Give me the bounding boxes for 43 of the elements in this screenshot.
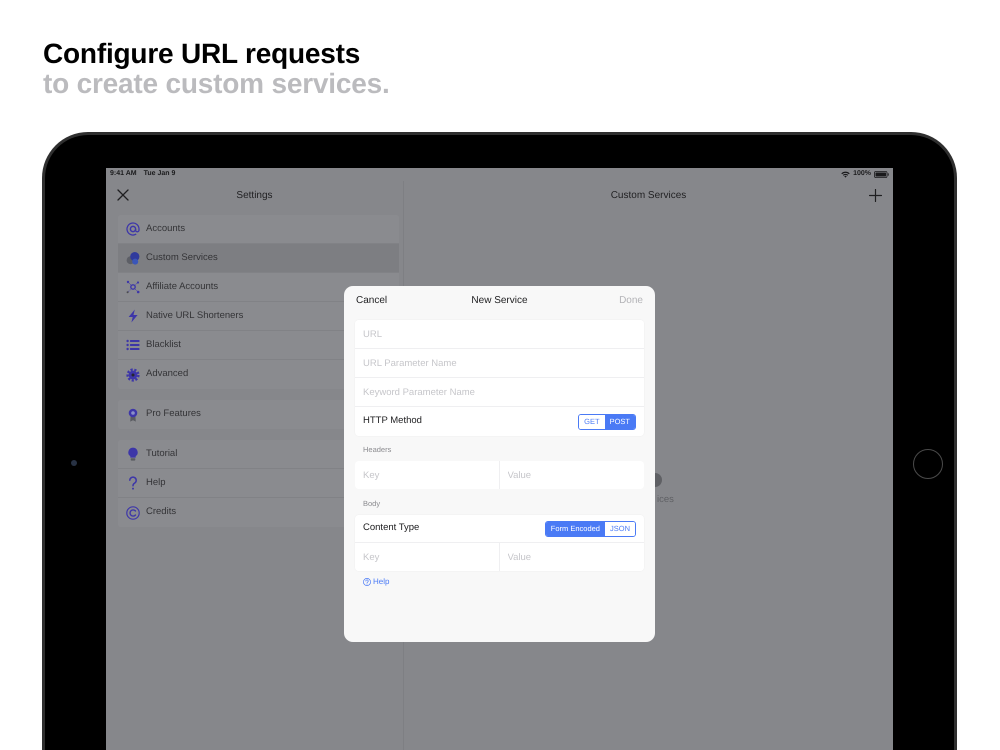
add-icon[interactable]	[869, 188, 882, 202]
sidebar-item[interactable]: Tutorial	[118, 440, 182, 468]
sidebar-item[interactable]: Credits	[118, 498, 180, 527]
field-label: HTTP Method	[363, 414, 422, 428]
text-field[interactable]: URL Parameter Name	[355, 349, 644, 378]
lightbulb-icon	[126, 447, 140, 461]
cancel-button[interactable]: Cancel	[356, 292, 388, 308]
list-icon	[126, 338, 140, 352]
sidebar-item[interactable]: Custom Services	[118, 244, 399, 272]
text-field[interactable]: Value	[500, 543, 644, 571]
text-field[interactable]: URL	[355, 320, 644, 349]
headline: Configure URL requests	[43, 39, 360, 69]
overlapping-circles-icon	[126, 251, 140, 265]
battery-icon	[874, 171, 889, 178]
subheadline: to create custom services.	[43, 69, 390, 99]
sidebar-item[interactable]: Affiliate Accounts	[118, 273, 222, 301]
home-ring-icon	[913, 449, 943, 479]
copyright-icon	[126, 506, 140, 520]
close-icon[interactable]	[117, 189, 129, 201]
help-link[interactable]: Help	[363, 576, 390, 588]
wifi-icon	[841, 171, 850, 178]
sidebar-item[interactable]: Advanced	[118, 360, 192, 389]
help-icon	[363, 578, 371, 586]
modal-title: New Service	[471, 294, 528, 308]
award-ribbon-icon	[126, 408, 140, 422]
text-field[interactable]: Key	[355, 461, 500, 489]
field-label: Content Type	[363, 521, 420, 536]
sidebar-item[interactable]: Pro Features	[118, 400, 205, 429]
at-sign-icon	[126, 222, 140, 236]
text-field[interactable]: Key	[355, 543, 500, 571]
sidebar-item[interactable]: Help	[118, 469, 170, 497]
sidebar-item[interactable]: Accounts	[118, 215, 190, 243]
lightning-bolt-icon	[126, 309, 140, 323]
gear-icon	[126, 368, 140, 382]
question-mark-icon	[126, 476, 140, 490]
camera-icon	[71, 460, 77, 466]
sidebar-item[interactable]: Blacklist	[118, 331, 185, 359]
text-field[interactable]: Keyword Parameter Name	[355, 378, 644, 407]
nav-title: Custom Services	[610, 188, 686, 202]
sidebar-item[interactable]: Native URL Shorteners	[118, 302, 248, 330]
network-nodes-icon	[126, 280, 140, 294]
nav-title: Settings	[236, 188, 273, 202]
text-field[interactable]: Value	[500, 461, 644, 489]
